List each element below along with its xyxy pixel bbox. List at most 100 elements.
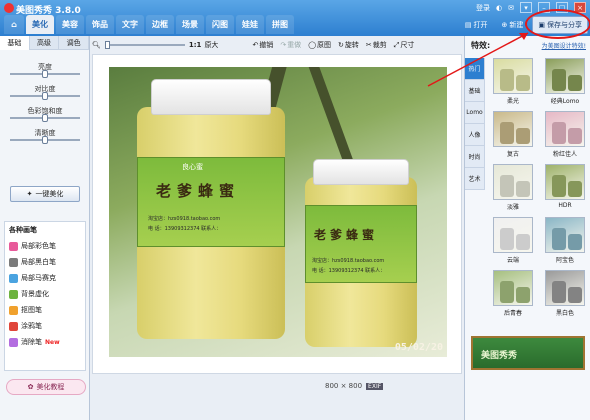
tab-accessories[interactable]: 饰品 — [86, 15, 114, 34]
effect-thumbnail[interactable]: 复古 — [489, 111, 537, 161]
tab-text[interactable]: 文字 — [116, 15, 144, 34]
thumb-jar — [552, 228, 566, 250]
slider-row: 清晰度 — [0, 126, 90, 148]
subtab-color[interactable]: 调色 — [59, 36, 90, 50]
slider-row: 色彩饱和度 — [0, 104, 90, 126]
effect-category-tab[interactable]: Lomo — [465, 102, 485, 124]
photo[interactable]: 良心蜜 老爹蜂蜜 淘宝店：hzs0918.taobao.com 电 话：1390… — [109, 67, 447, 357]
tab-beautify[interactable]: 美化 — [26, 15, 54, 34]
effect-thumbnail[interactable]: 经典Lomo — [541, 58, 589, 108]
crop-button[interactable]: ✂ 裁剪 — [366, 40, 387, 50]
jar-lid — [151, 79, 271, 115]
undo-button[interactable]: ↶ 撤销 — [252, 40, 273, 50]
subtab-basic[interactable]: 基础 — [0, 36, 30, 50]
home-tab[interactable]: ⌂ — [4, 15, 24, 34]
effect-category-tab[interactable]: 基础 — [465, 80, 485, 102]
slider-knob[interactable] — [42, 70, 48, 78]
effect-preview — [545, 270, 585, 306]
effects-panel: 特效: 为美图设计特效! 热门 基础 Lomo 人像 时尚 艺术 柔光 经典Lomo 复古 粉红… — [464, 36, 590, 420]
slider-track[interactable] — [10, 114, 80, 122]
effect-thumbnail[interactable]: 柔光 — [489, 58, 537, 108]
redo-button[interactable]: ↷ 重做 — [280, 40, 301, 50]
effect-preview — [545, 164, 585, 200]
tutorial-button[interactable]: ✿ 美化教程 — [6, 379, 86, 395]
tab-frame[interactable]: 边框 — [146, 15, 174, 34]
status-bar: 800 × 800 EXIF — [325, 382, 384, 390]
effect-thumbnail[interactable]: 淡雅 — [489, 164, 537, 214]
jar-label: 良心蜜 老爹蜂蜜 淘宝店：hzs0918.taobao.com 电 话：1390… — [137, 157, 285, 247]
effect-category-tab[interactable]: 热门 — [465, 58, 485, 80]
effect-category-tab[interactable]: 艺术 — [465, 168, 485, 190]
zoom-ratio[interactable]: 1:1 — [189, 41, 202, 49]
label-title: 老爹蜂蜜 — [156, 182, 241, 200]
thumb-jar — [568, 75, 582, 91]
one-click-beautify-button[interactable]: ✦ 一键美化 — [10, 186, 80, 202]
canvas-toolbar: 🔍︎ 1:1 原大 ↶ 撤销 ↷ 重做 ◯ 原图 ↻ 旋转 ✂ 裁剪 ⤢ 尺寸 — [92, 38, 462, 52]
slider-knob[interactable] — [42, 136, 48, 144]
thumb-jar — [516, 287, 530, 303]
resize-button[interactable]: ⤢ 尺寸 — [394, 40, 415, 50]
rotate-button[interactable]: ↻ 旋转 — [338, 40, 359, 50]
slider-knob[interactable] — [42, 114, 48, 122]
original-size-button[interactable]: 原大 — [204, 40, 218, 50]
brush-item[interactable]: 消除笔 New — [5, 334, 85, 350]
effect-category-tab[interactable]: 时尚 — [465, 146, 485, 168]
effect-label: 阿宝色 — [555, 257, 574, 264]
thumb-jar — [516, 128, 530, 144]
effect-label: 后青春 — [503, 310, 522, 317]
brush-icon — [9, 241, 18, 251]
effect-thumbnail[interactable]: 阿宝色 — [541, 217, 589, 267]
brush-icon — [9, 321, 18, 331]
effect-category-tab[interactable]: 人像 — [465, 124, 485, 146]
effect-preview — [545, 111, 585, 147]
effect-thumbnail[interactable]: 后青春 — [489, 270, 537, 320]
crop-icon: ✂ — [365, 41, 372, 49]
effect-grid: 柔光 经典Lomo 复古 粉红佳人淡雅 HDR 云端 阿宝色后青春 黑白色 — [489, 58, 589, 320]
redo-icon: ↷ — [280, 41, 287, 49]
slider-track[interactable] — [10, 92, 80, 100]
thumb-jar — [500, 69, 514, 91]
brush-item[interactable]: 背景虚化 — [5, 286, 85, 302]
label-phone: 电 话：13909312374 联系人： — [148, 226, 222, 232]
brush-item[interactable]: 抠图笔 — [5, 302, 85, 318]
zoom-slider-knob[interactable] — [104, 41, 110, 49]
brush-item[interactable]: 涂鸦笔 — [5, 318, 85, 334]
effect-thumbnail[interactable]: HDR — [541, 164, 589, 214]
honey-jar-large: 良心蜜 老爹蜂蜜 淘宝店：hzs0918.taobao.com 电 话：1390… — [137, 79, 285, 339]
exif-button[interactable]: EXIF — [366, 382, 384, 390]
ad-banner[interactable]: 美图秀秀 — [471, 336, 585, 370]
rotate-icon: ↻ — [338, 41, 344, 49]
open-button[interactable]: ▤ 打开 — [460, 16, 493, 34]
original-button[interactable]: ◯ 原图 — [308, 40, 331, 50]
slider-track[interactable] — [10, 70, 80, 78]
tab-doll[interactable]: 娃娃 — [236, 15, 264, 34]
tab-flash[interactable]: 闪图 — [206, 15, 234, 34]
effect-thumbnail[interactable]: 粉红佳人 — [541, 111, 589, 161]
tab-collage[interactable]: 拼图 — [266, 15, 294, 34]
thumb-jar — [500, 122, 514, 144]
slider-knob[interactable] — [42, 92, 48, 100]
effect-label: 粉红佳人 — [552, 151, 577, 158]
brush-item[interactable]: 局部彩色笔 — [5, 238, 85, 254]
slider-row: 对比度 — [0, 82, 90, 104]
effect-label: 淡雅 — [506, 204, 519, 211]
thumb-jar — [500, 228, 514, 250]
thumb-jar — [500, 175, 514, 197]
skin-icon[interactable]: ◐ — [496, 4, 502, 12]
slider-track[interactable] — [10, 136, 80, 144]
brush-item[interactable]: 局部马赛克 — [5, 270, 85, 286]
brush-item[interactable]: 局部黑白笔 — [5, 254, 85, 270]
new-button[interactable]: ⊕ 新建 — [497, 16, 529, 34]
label-title: 老爹蜂蜜 — [314, 228, 379, 242]
tab-scene[interactable]: 场景 — [176, 15, 204, 34]
effect-thumbnail[interactable]: 黑白色 — [541, 270, 589, 320]
menu-button[interactable]: ▾ — [520, 2, 532, 13]
design-effect-link[interactable]: 为美图设计特效! — [542, 41, 586, 50]
message-icon[interactable]: ✉ — [508, 4, 514, 12]
subtab-advanced[interactable]: 高级 — [29, 36, 60, 50]
effect-thumbnail[interactable]: 云端 — [489, 217, 537, 267]
tab-beauty[interactable]: 美容 — [56, 15, 84, 34]
login-link[interactable]: 登录 — [476, 3, 490, 13]
title-bar: 美图秀秀 3.8.0 登录 ◐ ✉ ▾ – □ × ⌂ 美化 美容 饰品 文字 … — [0, 0, 590, 36]
zoom-slider[interactable] — [104, 41, 185, 49]
